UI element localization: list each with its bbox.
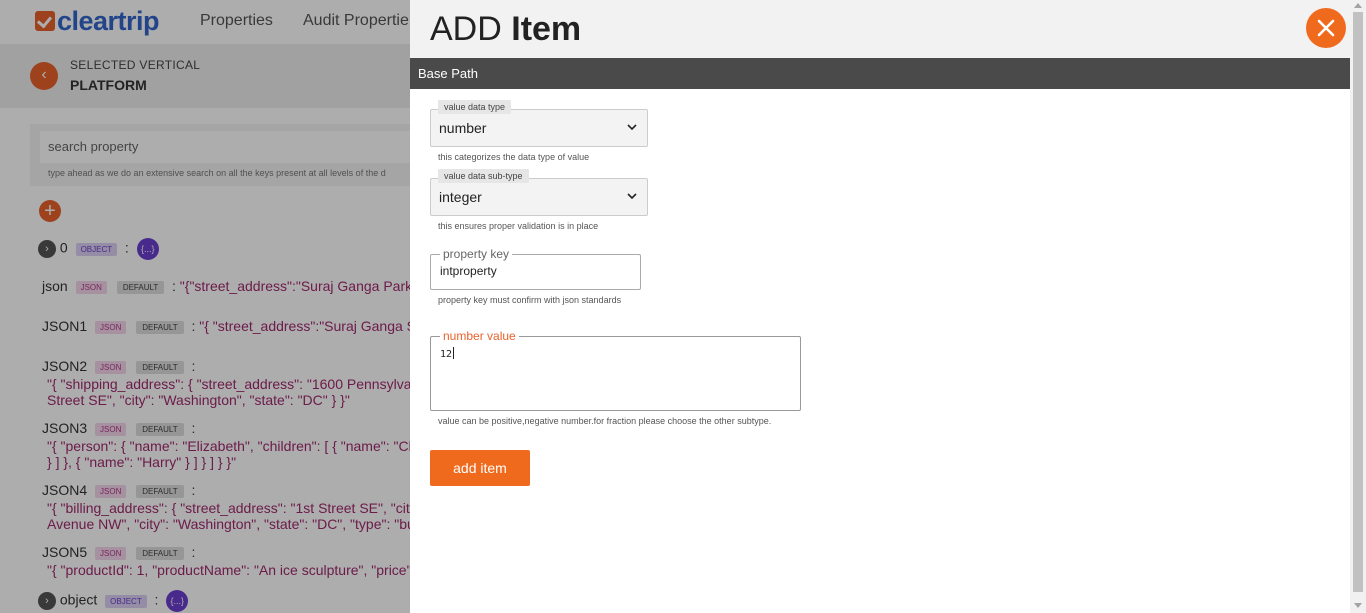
scroll-up-arrow-icon[interactable] [1354, 3, 1362, 8]
select-value: integer [439, 189, 482, 205]
drawer-title: ADD Item [430, 10, 581, 49]
value-data-type-label: value data type [438, 100, 512, 114]
chevron-down-icon [627, 193, 637, 200]
property-key-label: property key [443, 247, 510, 261]
number-value-help: value can be positive,negative number.fo… [438, 416, 772, 426]
scroll-down-arrow-icon[interactable] [1354, 603, 1362, 608]
value-data-type-help: this categorizes the data type of value [438, 152, 590, 162]
drawer-header: ADD Item [410, 0, 1350, 58]
value-data-subtype-label: value data sub-type [438, 169, 529, 183]
number-value-textarea[interactable]: 12 [440, 347, 800, 360]
title-light: ADD [430, 10, 502, 48]
value-data-subtype-help: this ensures proper validation is in pla… [438, 221, 599, 231]
text-caret [453, 347, 455, 359]
property-key-help: property key must confirm with json stan… [438, 295, 622, 305]
base-path-bar: Base Path [410, 58, 1350, 89]
chevron-down-icon [627, 124, 637, 131]
value-data-type-select[interactable]: number [430, 109, 648, 147]
number-value-text: 12 [440, 349, 453, 360]
add-item-drawer: ADD Item Base Path number value data typ… [410, 0, 1350, 613]
modal-backdrop[interactable] [0, 0, 410, 613]
number-value-field[interactable]: number value 12 [430, 330, 801, 411]
property-key-input[interactable]: intproperty [440, 263, 640, 279]
close-icon [1317, 19, 1335, 37]
select-value: number [439, 120, 487, 136]
number-value-label: number value [443, 329, 516, 343]
close-button[interactable] [1306, 8, 1346, 48]
scrollbar-thumb[interactable] [1353, 12, 1363, 592]
page-scrollbar[interactable] [1350, 0, 1366, 613]
value-data-subtype-select[interactable]: integer [430, 178, 648, 216]
base-path-label: Base Path [418, 66, 478, 81]
add-item-button[interactable]: add item [430, 450, 530, 486]
title-bold: Item [511, 10, 582, 48]
property-key-field[interactable]: property key intproperty [430, 248, 641, 290]
